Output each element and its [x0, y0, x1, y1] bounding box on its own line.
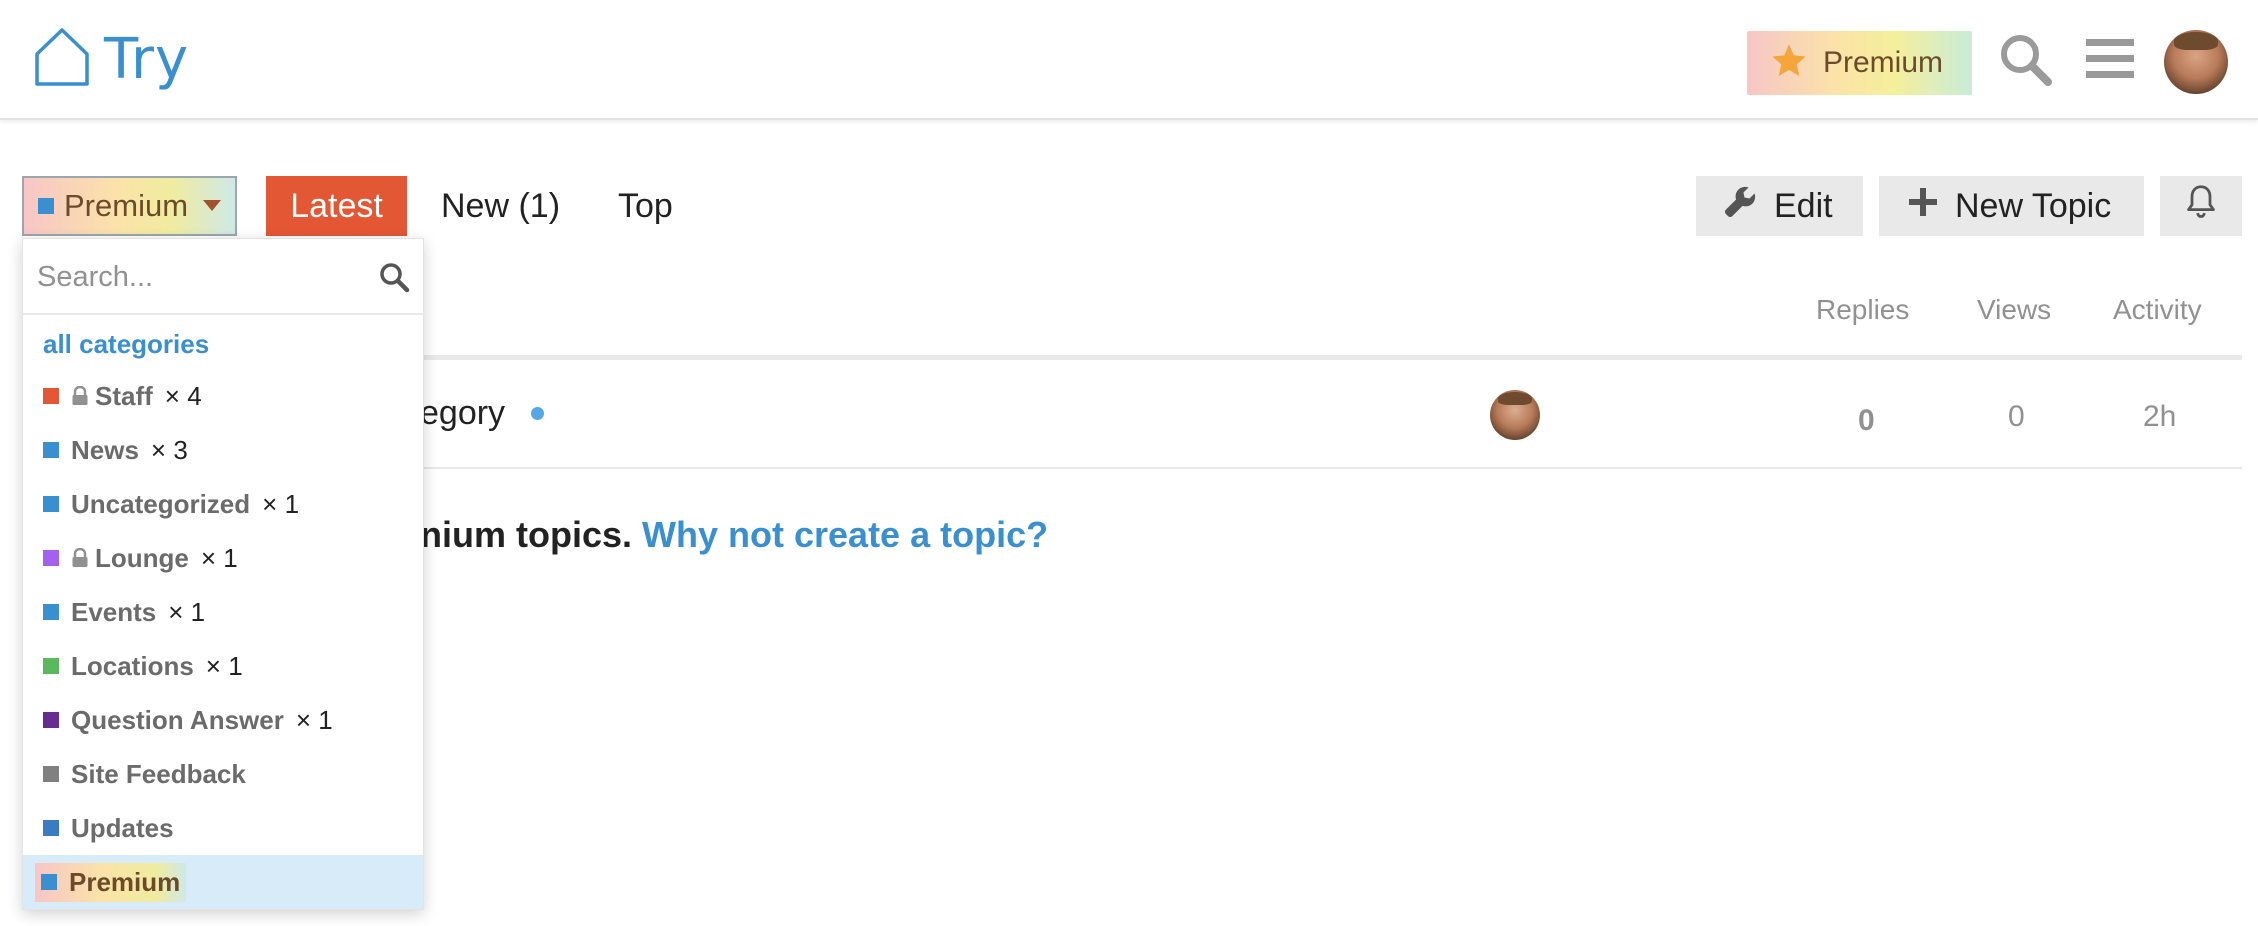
all-categories-link[interactable]: all categories [43, 329, 209, 360]
premium-badge[interactable]: Premium [1747, 31, 1972, 95]
tab-latest[interactable]: Latest [266, 176, 407, 236]
new-topic-button[interactable]: New Topic [1879, 176, 2144, 236]
plus-icon [1907, 186, 1939, 227]
category-name: Lounge [95, 542, 189, 573]
category-search-input[interactable] [37, 255, 357, 299]
category-count: × 1 [205, 650, 243, 681]
topic-views: 0 [2008, 400, 2025, 433]
category-item-staff[interactable]: Staff × 4 [23, 369, 423, 423]
category-count: × 3 [150, 434, 188, 465]
category-item-premium[interactable]: Premium [23, 855, 423, 909]
topic-replies: 0 [1858, 404, 1875, 437]
category-color-swatch [43, 658, 59, 674]
lock-icon [71, 548, 89, 568]
category-item-events[interactable]: Events × 1 [23, 585, 423, 639]
site-title: Try [104, 27, 190, 92]
footer-text: nium topics. [420, 514, 633, 555]
search-icon [378, 261, 410, 298]
category-color-swatch [43, 442, 59, 458]
category-color-swatch [43, 820, 59, 836]
category-count: × 1 [168, 596, 206, 627]
category-count: × 4 [164, 380, 202, 411]
new-topic-label: New Topic [1955, 186, 2112, 225]
category-color-swatch [43, 388, 59, 404]
search-icon [1997, 31, 2053, 92]
wrench-icon [1722, 184, 1758, 229]
topic-activity[interactable]: 2h [2143, 400, 2176, 434]
category-name: Question Answer [71, 704, 284, 735]
column-header-views[interactable]: Views [1977, 294, 2051, 326]
category-color-swatch [41, 874, 57, 890]
category-name: Premium [69, 866, 181, 897]
category-search [23, 239, 423, 315]
category-name: Site Feedback [71, 758, 246, 789]
category-item-lounge[interactable]: Lounge × 1 [23, 531, 423, 585]
search-button[interactable] [1994, 30, 2056, 92]
lock-icon [71, 386, 89, 406]
category-color-swatch [43, 766, 59, 782]
category-name: Events [71, 596, 157, 627]
category-badge: Premium [35, 862, 187, 902]
site-logo[interactable]: Try [34, 26, 189, 93]
column-header-replies[interactable]: Replies [1816, 294, 1909, 326]
topic-title-text: egory [420, 394, 506, 432]
category-name: News [71, 434, 139, 465]
site-header: Try Premium [0, 0, 2258, 120]
category-name: Updates [71, 812, 174, 843]
column-header-activity[interactable]: Activity [2113, 294, 2202, 326]
edit-category-button[interactable]: Edit [1696, 176, 1863, 236]
star-icon [1769, 41, 1809, 86]
tab-new[interactable]: New (1) [419, 176, 582, 236]
hamburger-menu-icon [2086, 37, 2134, 86]
topic-title-link[interactable]: egory [420, 394, 545, 433]
poster-avatar[interactable] [1490, 390, 1540, 440]
category-color-swatch [43, 712, 59, 728]
category-name: Locations [71, 650, 194, 681]
create-topic-link[interactable]: Why not create a topic? [642, 514, 1048, 555]
user-avatar[interactable] [2164, 30, 2228, 94]
tab-latest-label: Latest [290, 186, 383, 225]
unread-indicator [531, 407, 545, 420]
hamburger-menu-button[interactable] [2082, 36, 2138, 86]
tab-new-label: New (1) [441, 186, 561, 225]
tab-top-label: Top [618, 186, 673, 225]
category-selector-label: Premium [64, 188, 189, 223]
notifications-button[interactable] [2160, 176, 2242, 236]
category-item-news[interactable]: News × 3 [23, 423, 423, 477]
category-count: × 1 [262, 488, 300, 519]
bell-icon [2184, 184, 2218, 229]
footer-message: nium topics. Why not create a topic? [420, 514, 1048, 556]
category-dropdown-panel: all categories Staff × 4 News × 3 Uncate… [22, 238, 424, 910]
premium-badge-label: Premium [1823, 46, 1944, 79]
category-count: × 1 [200, 542, 238, 573]
category-selector[interactable]: Premium [22, 176, 237, 236]
caret-down-icon [203, 200, 221, 211]
category-color-swatch [43, 604, 59, 620]
category-item-locations[interactable]: Locations × 1 [23, 639, 423, 693]
category-item-site-feedback[interactable]: Site Feedback [23, 747, 423, 801]
edit-label: Edit [1774, 186, 1833, 225]
list-header-divider [420, 355, 2242, 360]
category-color-swatch [43, 496, 59, 512]
category-name: Uncategorized [71, 488, 251, 519]
row-divider [420, 467, 2242, 469]
category-item-uncategorized[interactable]: Uncategorized × 1 [23, 477, 423, 531]
category-name: Staff [95, 380, 153, 411]
tab-top[interactable]: Top [596, 176, 695, 236]
category-count: × 1 [295, 704, 333, 735]
category-item-question-answer[interactable]: Question Answer × 1 [23, 693, 423, 747]
category-item-updates[interactable]: Updates [23, 801, 423, 855]
home-icon [34, 26, 90, 93]
category-color-swatch [43, 550, 59, 566]
category-color-swatch [38, 198, 54, 214]
